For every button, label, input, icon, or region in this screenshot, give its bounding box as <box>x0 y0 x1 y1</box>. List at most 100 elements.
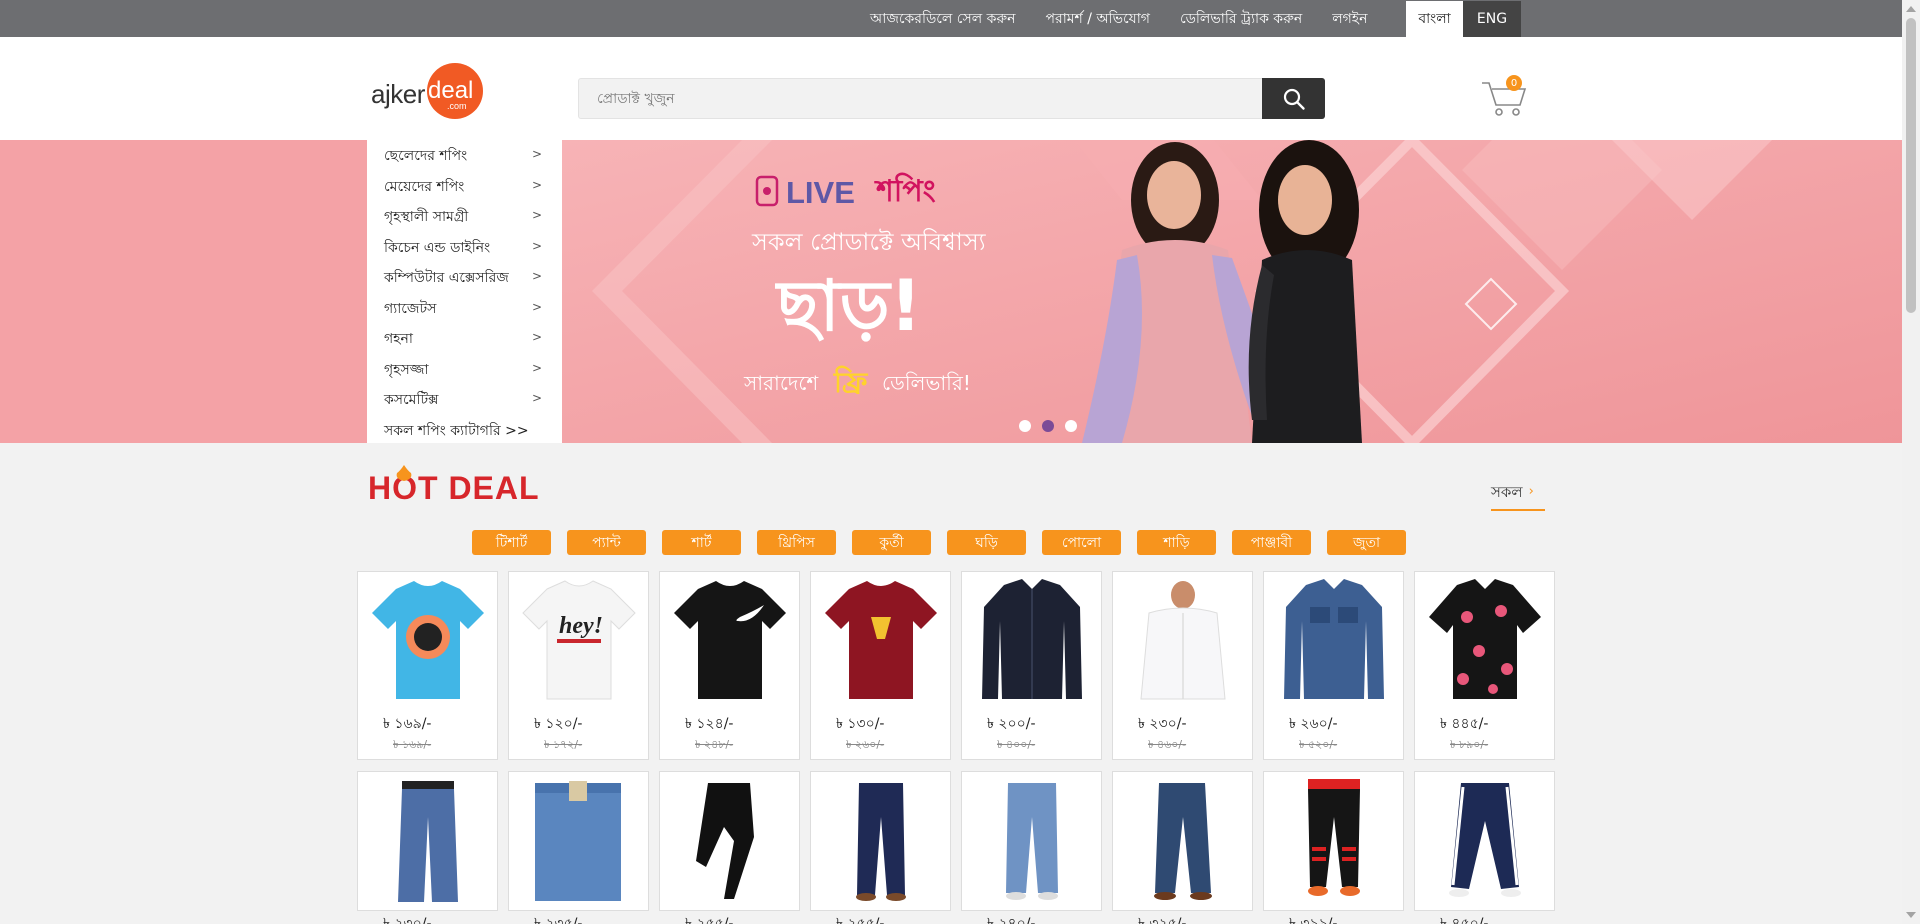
scroll-up-arrow-icon[interactable] <box>1906 6 1916 12</box>
promo-banner[interactable]: LIVE শপিং সকল প্রোডাক্টে অবিশ্বাস্য ছাড়… <box>562 20 1902 451</box>
product-card[interactable]: hey! ৳ ১২০/- ৳ ১৭২/- <box>508 571 649 760</box>
feedback-link[interactable]: পরামর্শ / অভিযোগ <box>1046 7 1150 31</box>
product-card[interactable]: ৳ ৩৯৯/- <box>1263 771 1404 924</box>
cart-button[interactable]: 0 <box>1480 75 1530 117</box>
svg-text:hey!: hey! <box>559 613 603 639</box>
banner-artwork: LIVE শপিং সকল প্রোডাক্টে অবিশ্বাস্য ছাড়… <box>562 20 1902 451</box>
category-cosmetics[interactable]: কসমেটিক্স > <box>367 385 562 416</box>
product-price: ৳ ২৩০/- <box>1138 716 1187 732</box>
search-box <box>578 78 1325 119</box>
product-card[interactable]: ৳ ১৬৯/- ৳ ১৬৯/- <box>357 571 498 760</box>
product-card[interactable]: ৳ ২৪০/- <box>961 771 1102 924</box>
site-logo[interactable]: ajker deal .com <box>371 63 483 119</box>
product-price: ৳ ১৩০/- <box>836 716 885 732</box>
category-gadgets[interactable]: গ্যাজেটস > <box>367 294 562 325</box>
category-label: গহনা <box>384 331 413 348</box>
product-price: ৳ ২৩৫/- <box>534 916 583 924</box>
scroll-down-arrow-icon[interactable] <box>1906 912 1916 918</box>
category-girls-shopping[interactable]: মেয়েদের শপিং > <box>367 172 562 203</box>
product-card[interactable]: ৳ ২৫৫/- <box>659 771 800 924</box>
product-price: ৳ ২৫৫/- <box>836 916 885 924</box>
shopping-text: শপিং <box>874 172 936 209</box>
product-card[interactable]: ৳ ২৬০/- ৳ ৫২০/- <box>1263 571 1404 760</box>
product-price: ৳ ২৬০/- <box>1289 716 1338 732</box>
product-price: ৳ ৪৪৫/- <box>1440 716 1489 732</box>
product-card[interactable]: ৳ ২৩৫/- <box>508 771 649 924</box>
top-links: আজকেরডিলে সেল করুন পরামর্শ / অভিযোগ ডেলি… <box>870 0 1397 37</box>
pill-pant[interactable]: প্যান্ট <box>567 530 646 555</box>
product-price: ৳ ২০০/- <box>987 716 1036 732</box>
top-bar: আজকেরডিলে সেল করুন পরামর্শ / অভিযোগ ডেলি… <box>0 0 1902 37</box>
header: ajker deal .com 0 <box>0 37 1902 140</box>
product-card[interactable]: ৳ ২৩০/- <box>357 771 498 924</box>
product-price: ৳ ১২০/- <box>534 716 583 732</box>
scrollbar-thumb[interactable] <box>1906 18 1916 313</box>
category-label: কিচেন এন্ড ডাইনিং <box>384 239 491 256</box>
category-label: গৃহস্থালী সামগ্রী <box>384 209 469 226</box>
search-button[interactable] <box>1262 78 1325 119</box>
category-label: গ্যাজেটস <box>384 300 437 317</box>
chevron-right-icon: > <box>531 299 542 314</box>
product-card[interactable]: ৳ ২০০/- ৳ ৪০০/- <box>961 571 1102 760</box>
product-card[interactable]: ৳ ২৫৫/- <box>810 771 951 924</box>
product-card[interactable]: ৳ ২৩০/- ৳ ৪৬০/- <box>1112 571 1253 760</box>
slider-dot-1[interactable] <box>1019 420 1031 432</box>
category-boys-shopping[interactable]: ছেলেদের শপিং > <box>367 141 562 172</box>
cart-icon <box>1482 82 1527 116</box>
product-card[interactable]: ৳ ১২৪/- ৳ ২৪৮/- <box>659 571 800 760</box>
product-image-shirt <box>1140 581 1226 700</box>
product-price: ৳ ২৪০/- <box>987 916 1036 924</box>
pill-tshirt[interactable]: টিশার্ট <box>472 530 551 555</box>
slider-dot-3[interactable] <box>1065 420 1077 432</box>
pill-polo[interactable]: পোলো <box>1042 530 1121 555</box>
category-jewellery[interactable]: গহনা > <box>367 324 562 355</box>
category-home-decor[interactable]: গৃহসজ্জা > <box>367 355 562 386</box>
lang-bangla-button[interactable]: বাংলা <box>1406 1 1463 37</box>
pill-shirt[interactable]: শার্ট <box>662 530 741 555</box>
track-delivery-link[interactable]: ডেলিভারি ট্র্যাক করুন <box>1180 7 1302 31</box>
product-price: ৳ ১২৪/- <box>685 716 734 732</box>
chevron-right-icon: > <box>531 391 542 405</box>
product-old-price: ৳ ৮৯০/- <box>1450 738 1489 751</box>
product-price: ৳ ৩২৫/- <box>1138 916 1187 924</box>
page-scrollbar[interactable] <box>1902 0 1920 924</box>
product-old-price: ৳ ৫২০/- <box>1299 738 1338 751</box>
banner-line3a: সারাদেশে <box>743 371 819 395</box>
login-link[interactable]: লগইন <box>1332 7 1367 31</box>
pill-kurti[interactable]: কুর্তী <box>852 530 931 555</box>
cart-count-badge: 0 <box>1506 75 1522 91</box>
category-menu: ছেলেদের শপিং > মেয়েদের শপিং > গৃহস্থালী স… <box>367 140 562 443</box>
product-image-shirt <box>1284 579 1384 699</box>
pill-shoes[interactable]: জুতা <box>1327 530 1406 555</box>
chevron-right-icon: > <box>531 360 542 375</box>
flame-icon <box>396 465 412 481</box>
product-card[interactable]: ৳ ৪৫০/- <box>1414 771 1555 924</box>
product-image-tshirt <box>372 581 484 699</box>
product-old-price: ৳ ২৪৮/- <box>695 738 734 751</box>
search-input[interactable] <box>579 79 1265 118</box>
view-all-link[interactable]: সকল › <box>1491 481 1545 511</box>
product-card[interactable]: ৳ ৩২৫/- <box>1112 771 1253 924</box>
product-image-joggers <box>1308 779 1360 896</box>
sell-link[interactable]: আজকেরডিলে সেল করুন <box>870 7 1016 31</box>
all-categories-link[interactable]: সকল শপিং ক্যাটাগরি >> <box>367 416 562 447</box>
chevron-right-icon: > <box>531 330 542 344</box>
product-card[interactable]: ৳ ১৩০/- ৳ ২৬০/- <box>810 571 951 760</box>
pill-saree[interactable]: শাড়ি <box>1137 530 1216 555</box>
product-price: ৳ ২৫৫/- <box>685 916 734 924</box>
category-household[interactable]: গৃহস্থালী সামগ্রী > <box>367 202 562 233</box>
pill-threepiece[interactable]: থ্রিপিস <box>757 530 836 555</box>
view-all-label: সকল <box>1491 483 1523 501</box>
category-label: কম্পিউটার এক্সেসরিজ <box>384 270 509 287</box>
pill-watch[interactable]: ঘড়ি <box>947 530 1026 555</box>
product-old-price: ৳ ১৭২/- <box>544 738 583 751</box>
category-label: ছেলেদের শপিং <box>384 148 468 165</box>
pill-panjabi[interactable]: পাঞ্জাবী <box>1232 530 1311 555</box>
category-kitchen-dining[interactable]: কিচেন এন্ড ডাইনিং > <box>367 233 562 264</box>
slider-dot-2[interactable] <box>1042 420 1054 432</box>
category-computer-accessories[interactable]: কম্পিউটার এক্সেসরিজ > <box>367 263 562 294</box>
lang-english-button[interactable]: ENG <box>1463 1 1521 37</box>
chevron-right-icon: > <box>531 147 542 161</box>
product-card[interactable]: ৳ ৪৪৫/- ৳ ৮৯০/- <box>1414 571 1555 760</box>
chevron-right-icon: > <box>531 269 542 283</box>
